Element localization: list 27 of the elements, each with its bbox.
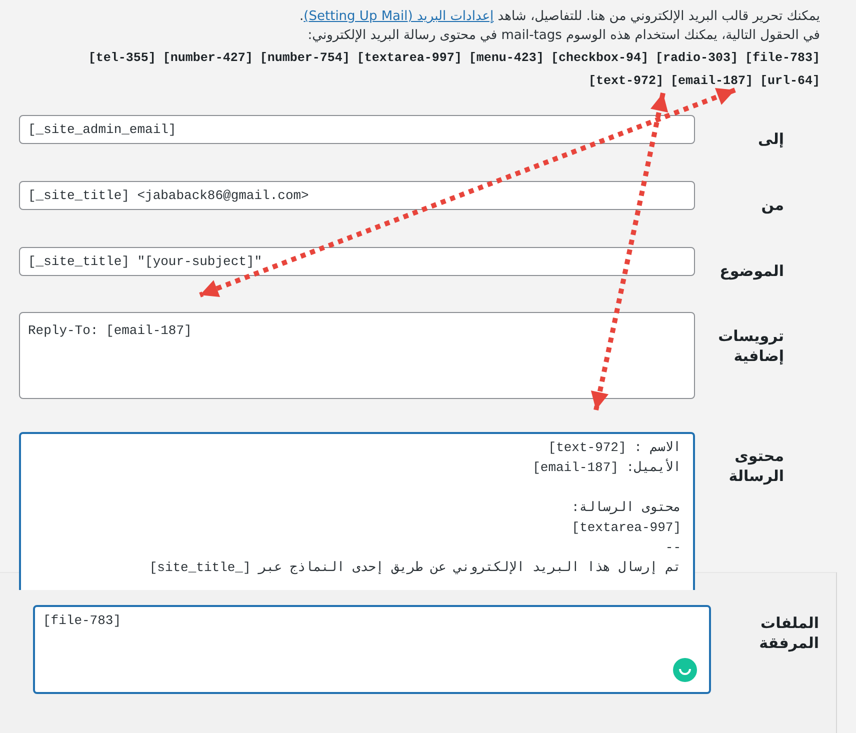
text-field[interactable]: [_site_title] "[your-subject]" <box>19 247 695 276</box>
field-label: من <box>760 195 784 215</box>
field-label: الملفات المرفقة <box>758 613 819 653</box>
mail-tag: [number-754] <box>260 47 350 70</box>
text-area[interactable]: Reply-To: [email-187] <box>19 312 695 399</box>
mail-tag: [tel-355] <box>88 47 156 70</box>
mail-tag: [number-427] <box>162 47 253 70</box>
text-field[interactable]: [_site_admin_email] <box>19 115 695 144</box>
mail-tag: [text-972] <box>588 70 664 93</box>
text-area[interactable]: الاسم : [text-972] الأيميل: [email-187] محتوى الرسالة: [textarea-997] -- تم إرسال هذا البريد الإلكتروني عن طريق إحدى النماذج عبر [_site_title] <box>19 432 695 590</box>
text-area[interactable]: [file-783] <box>33 605 711 694</box>
mail-tag: [menu-423] <box>468 47 544 70</box>
mail-tag: [file-783] <box>744 47 820 70</box>
mail-tag: [url-64] <box>760 70 820 93</box>
mail-tag: [radio-303] <box>655 47 738 70</box>
mail-tag: [textarea-997] <box>356 47 462 70</box>
field-label: الموضوع <box>718 261 784 281</box>
mail-tag: [email-187] <box>670 70 753 93</box>
settings-link[interactable]: إعدادات البريد (Setting Up Mail) <box>304 9 494 24</box>
intro-text: يمكنك تحرير قالب البريد الإلكتروني من هنا. للتفاصيل، شاهد إعدادات البريد (Setting Up Mail). <box>298 8 820 26</box>
text-field[interactable]: [_site_title] <jababack86@gmail.com> <box>19 181 695 210</box>
tags-hint: في الحقول التالية، يمكنك استخدام هذه الوسوم mail-tags في محتوى رسالة البريد الإلكتروني: <box>306 27 820 45</box>
mail-tag: [checkbox-94] <box>550 47 648 70</box>
field-label: ترويسات إضافية <box>717 326 784 366</box>
assistant-icon[interactable] <box>673 658 697 682</box>
field-label: محتوى الرسالة <box>728 446 784 486</box>
field-label: إلى <box>757 129 784 149</box>
